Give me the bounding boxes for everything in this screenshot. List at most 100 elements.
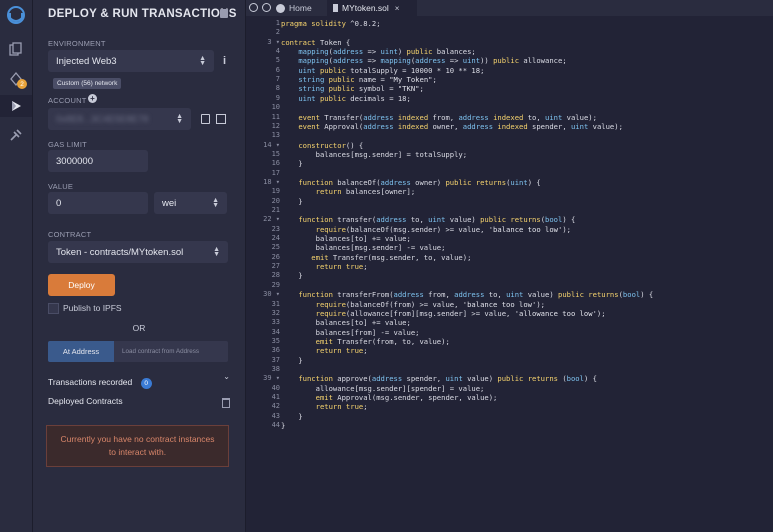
code-line: allowance[msg.sender][spender] = value; — [281, 383, 485, 393]
line-number: 13 — [271, 131, 280, 140]
transactions-label: Transactions recorded — [48, 377, 133, 387]
select-arrows-icon: ▲ ▼ — [176, 113, 183, 125]
code-line: require(balanceOf(msg.sender) >= value, … — [315, 224, 571, 234]
tab-home-label: Home — [289, 3, 312, 13]
contract-select[interactable]: Token - contracts/MYtoken.sol ▲ ▼ — [48, 241, 228, 263]
code-line: return true; — [315, 346, 368, 356]
account-label: ACCOUNT — [48, 96, 87, 105]
gas-limit-label: GAS LIMIT — [48, 140, 87, 149]
ipfs-checkbox[interactable] — [48, 303, 59, 314]
line-number: 16 — [271, 159, 280, 168]
line-number: 12 — [271, 121, 280, 130]
line-number: 28 — [271, 271, 280, 280]
code-line: event Transfer(address indexed from, add… — [298, 112, 597, 122]
edit-icon[interactable] — [216, 114, 226, 124]
line-number: 39 ▾ — [263, 374, 280, 383]
code-line: } — [281, 411, 303, 421]
no-instances-message: Currently you have no contract instances… — [46, 425, 229, 467]
code-line: function transfer(address to, uint value… — [298, 215, 576, 225]
value-input[interactable]: 0 — [48, 192, 148, 214]
trash-icon[interactable] — [222, 398, 230, 408]
contract-label: CONTRACT — [48, 230, 92, 239]
deployed-contracts-label: Deployed Contracts — [48, 396, 123, 406]
line-number: 2 — [275, 28, 280, 37]
line-number: 40 — [271, 383, 280, 392]
line-number: 3 ▾ — [267, 37, 280, 46]
zoom-out-icon[interactable] — [249, 3, 258, 12]
tab-home[interactable]: Home — [276, 0, 326, 16]
code-line: balances[to] += value; — [281, 234, 411, 244]
environment-value: Injected Web3 — [56, 55, 117, 67]
compiler-badge: 2 — [17, 79, 27, 89]
code-line: } — [281, 271, 303, 281]
or-divider: OR — [132, 323, 146, 333]
line-number: 23 — [271, 224, 280, 233]
line-number: 31 — [271, 299, 280, 308]
panel-title: DEPLOY & RUN TRANSACTIONS — [48, 8, 237, 20]
gas-limit-input[interactable]: 3000000 — [48, 150, 148, 172]
select-arrows-icon: ▲ ▼ — [199, 55, 206, 67]
line-number: 27 — [271, 262, 280, 271]
account-value: 0x8E8...3C4E5E8E78 — [56, 113, 149, 125]
line-number: 22 ▾ — [263, 215, 280, 224]
at-address-button[interactable]: At Address — [48, 341, 114, 362]
code-line: balances[to] += value; — [281, 318, 411, 328]
code-line: balances[msg.sender] -= value; — [281, 243, 446, 253]
code-line: contract Token { — [281, 37, 351, 47]
info-icon[interactable]: i — [223, 55, 226, 67]
line-number: 44 — [271, 421, 280, 430]
gas-limit-value: 3000000 — [56, 155, 93, 167]
code-line: mapping(address => uint) public balances… — [298, 47, 476, 57]
code-line: function transferFrom(address from, addr… — [298, 290, 654, 300]
environment-select[interactable]: Injected Web3 ▲ ▼ — [48, 50, 214, 72]
line-number: 32 — [271, 308, 280, 317]
account-select[interactable]: 0x8E8...3C4E5E8E78 ▲ ▼ — [48, 108, 191, 130]
add-account-icon[interactable]: + — [88, 94, 97, 103]
line-number: 15 — [271, 149, 280, 158]
code-line: return true; — [315, 262, 368, 272]
line-number: 43 — [271, 411, 280, 420]
code-line: } — [281, 159, 303, 169]
line-number: 18 ▾ — [263, 177, 280, 186]
code-line: balances[msg.sender] = totalSupply; — [281, 149, 468, 159]
transactions-count-badge: 0 — [140, 378, 152, 389]
value-unit-select[interactable]: wei ▲ ▼ — [154, 192, 227, 214]
code-line: } — [281, 421, 286, 431]
file-explorer-icon[interactable] — [5, 38, 27, 60]
code-line: event Approval(address indexed owner, ad… — [298, 121, 623, 131]
transactions-recorded-header[interactable]: Transactions recorded 0 ⌄ — [48, 372, 230, 389]
environment-label: ENVIRONMENT — [48, 39, 106, 48]
line-number: 4 — [275, 47, 280, 56]
zoom-in-icon[interactable] — [262, 3, 271, 12]
value-amount: 0 — [56, 197, 62, 209]
code-line: pragma solidity ^0.8.2; — [281, 19, 381, 28]
solidity-compiler-icon[interactable]: 2 — [5, 68, 27, 90]
code-line: function approve(address spender, uint v… — [298, 374, 597, 384]
code-line: constructor() { — [298, 140, 364, 150]
home-icon — [276, 3, 285, 13]
tab-mytoken[interactable]: MYtoken.sol × — [327, 0, 417, 16]
code-line: return true; — [315, 402, 368, 412]
remix-logo-icon[interactable] — [5, 4, 27, 26]
line-number: 8 — [275, 84, 280, 93]
line-number: 24 — [271, 234, 280, 243]
code-line: string public symbol = "TKN"; — [298, 84, 424, 94]
docs-book-icon[interactable] — [220, 9, 228, 18]
plugin-manager-icon[interactable] — [5, 124, 27, 146]
line-number: 17 — [271, 168, 280, 177]
line-number: 9 — [275, 93, 280, 102]
deploy-button[interactable]: Deploy — [48, 274, 115, 296]
line-number: 21 — [271, 206, 280, 214]
load-contract-input[interactable]: Load contract from Address — [114, 341, 228, 362]
code-line: mapping(address => mapping(address => ui… — [298, 56, 567, 66]
copy-icon[interactable] — [201, 114, 210, 124]
code-line: emit Transfer(from, to, value); — [315, 336, 450, 346]
deploy-run-icon[interactable] — [0, 95, 32, 117]
network-badge: Custom (56) network — [53, 78, 122, 89]
chevron-down-icon: ⌄ — [223, 372, 230, 381]
close-icon[interactable]: × — [395, 4, 400, 13]
line-number: 30 ▾ — [263, 290, 280, 299]
select-arrows-icon: ▲ ▼ — [212, 197, 219, 209]
line-number: 11 — [271, 112, 280, 121]
line-number: 19 — [271, 187, 280, 196]
